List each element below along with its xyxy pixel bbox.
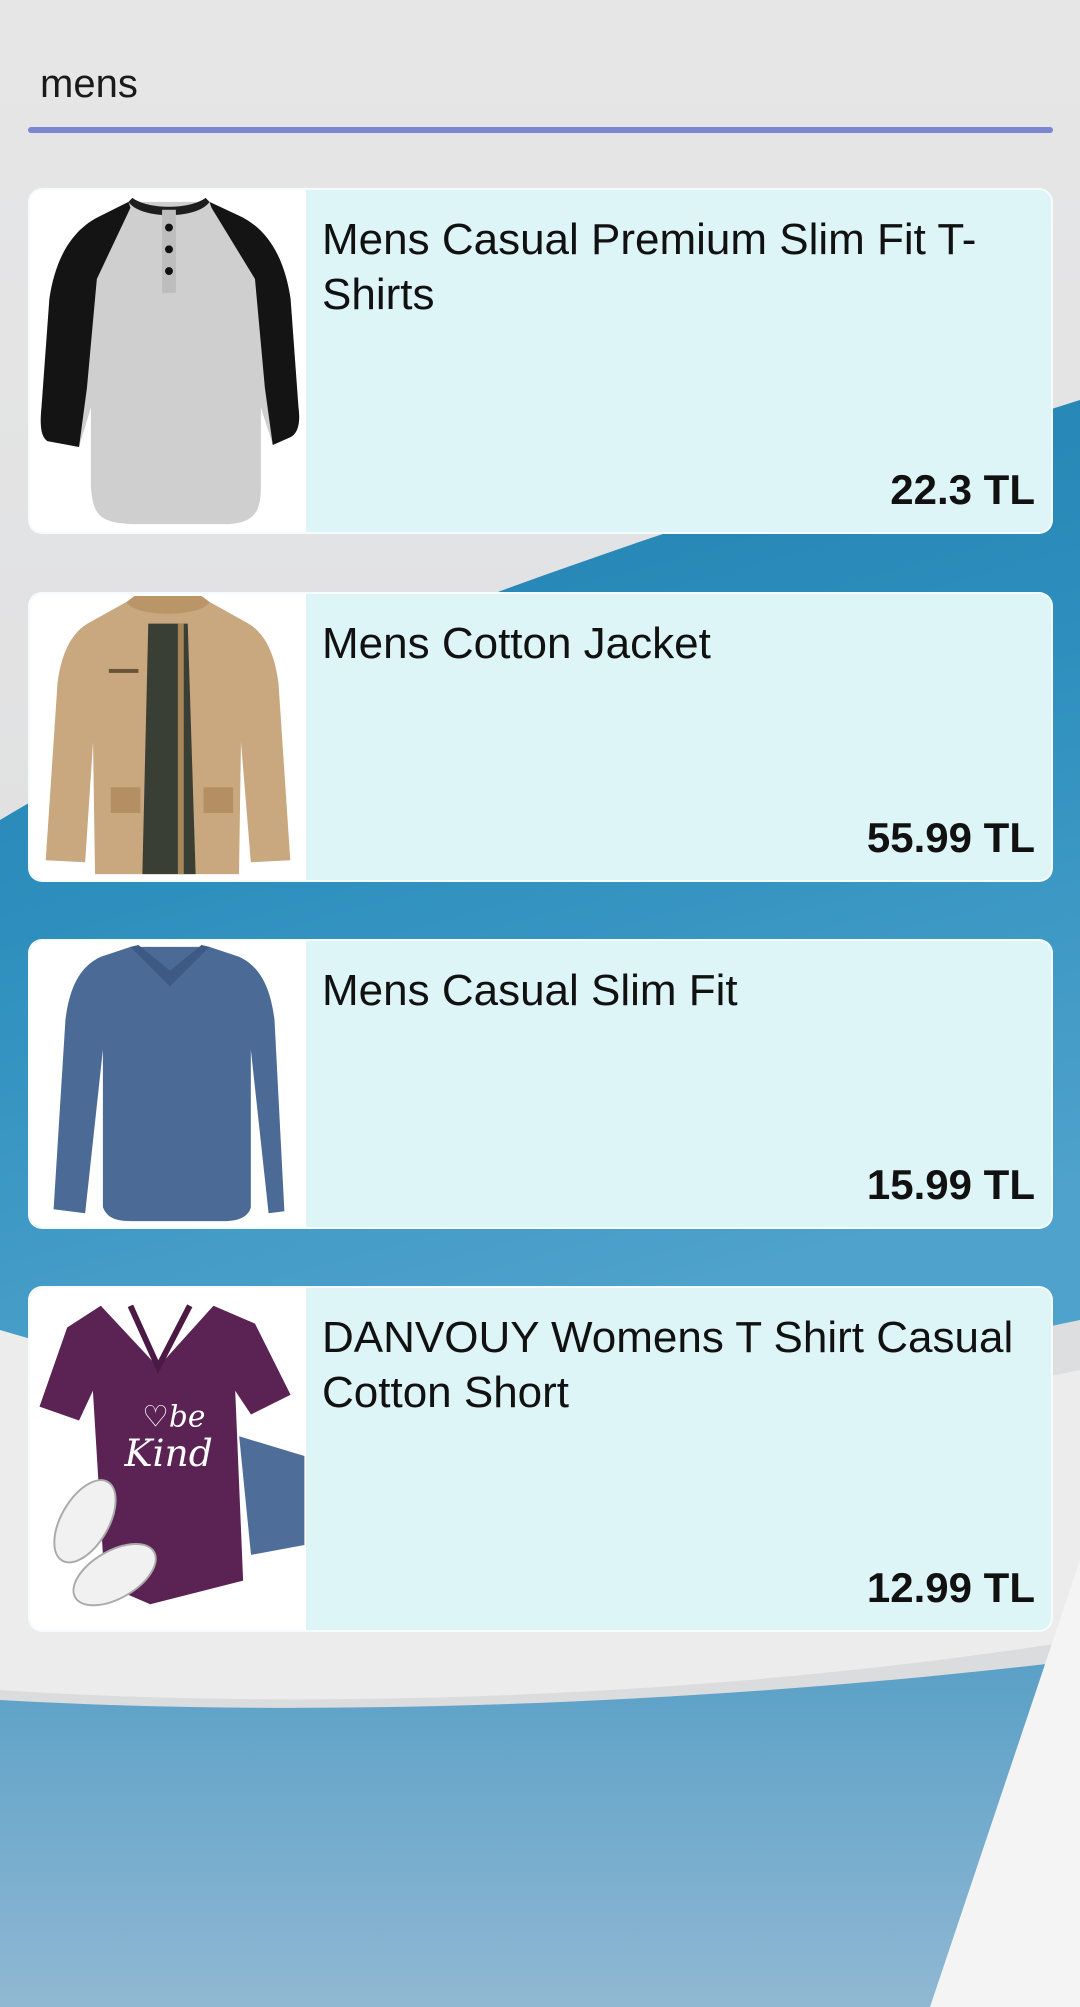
search-input[interactable]	[28, 40, 1053, 128]
product-card[interactable]: Mens Cotton Jacket 55.99 TL	[28, 592, 1053, 882]
product-card[interactable]: Mens Casual Premium Slim Fit T-Shirts 22…	[28, 188, 1053, 534]
raglan-henley-tshirt-image	[30, 190, 306, 532]
purple-be-kind-tshirt-image: ♡be Kind	[30, 1288, 306, 1630]
search-underline	[28, 127, 1053, 133]
search-bar	[28, 40, 1053, 133]
svg-text:♡be: ♡be	[142, 1398, 205, 1433]
product-price: 15.99 TL	[866, 1161, 1035, 1208]
product-title: Mens Casual Premium Slim Fit T-Shirts	[322, 215, 977, 319]
product-card[interactable]: ♡be Kind DANVOUY Womens T Shirt Casual C…	[28, 1286, 1053, 1632]
product-price: 55.99 TL	[866, 814, 1035, 861]
product-title: Mens Casual Slim Fit	[322, 966, 738, 1015]
product-price: 12.99 TL	[866, 1564, 1035, 1611]
svg-text:Kind: Kind	[124, 1431, 213, 1475]
product-title: DANVOUY Womens T Shirt Casual Cotton Sho…	[322, 1313, 1014, 1417]
product-title: Mens Cotton Jacket	[322, 619, 711, 668]
product-price: 22.3 TL	[890, 466, 1035, 513]
product-card[interactable]: Mens Casual Slim Fit 15.99 TL	[28, 939, 1053, 1229]
blue-long-sleeve-tshirt-image	[30, 941, 306, 1227]
khaki-cotton-jacket-image	[30, 594, 306, 880]
